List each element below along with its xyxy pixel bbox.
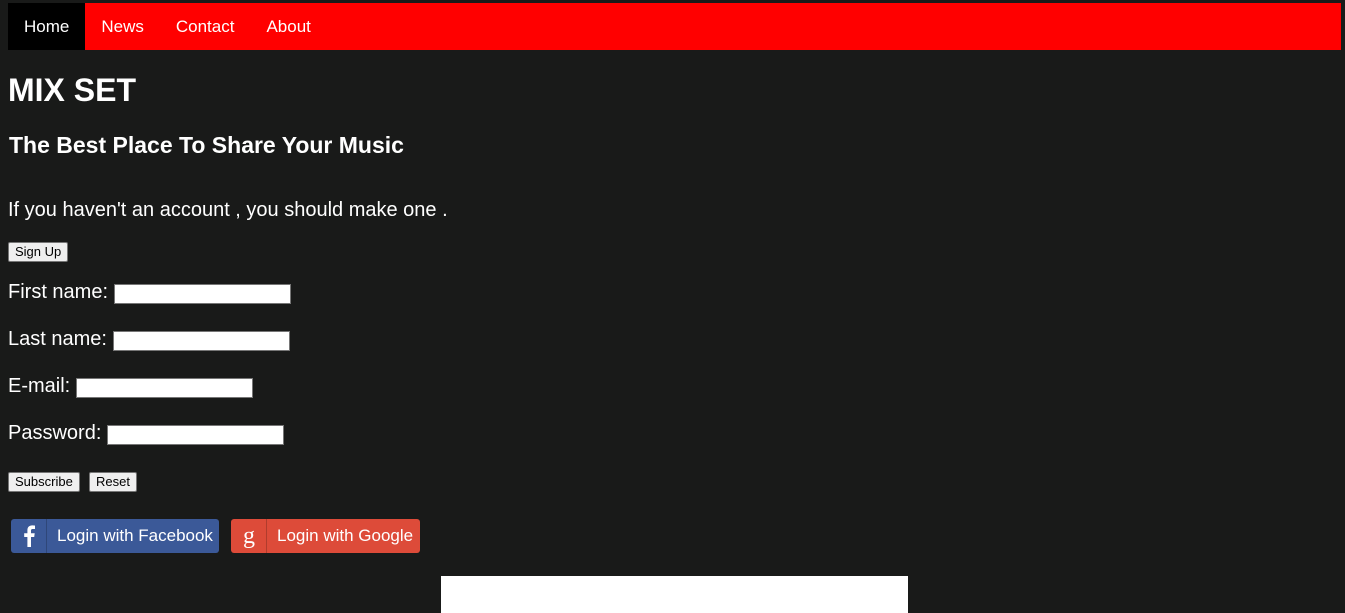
reset-button[interactable]: Reset xyxy=(89,472,137,492)
account-prompt: If you haven't an account , you should m… xyxy=(8,199,448,221)
password-row: Password: xyxy=(8,421,285,445)
nav-contact-link[interactable]: Contact xyxy=(160,3,251,50)
first-name-input[interactable] xyxy=(114,284,292,304)
last-name-label: Last name: xyxy=(8,328,107,350)
first-name-row: First name: xyxy=(8,280,292,304)
login-facebook-button[interactable]: Login with Facebook xyxy=(11,519,219,553)
svg-text:g: g xyxy=(243,524,255,548)
nav-home-link[interactable]: Home xyxy=(8,3,86,50)
email-row: E-mail: xyxy=(8,374,254,398)
password-label: Password: xyxy=(8,422,102,444)
facebook-label: Login with Facebook xyxy=(57,526,213,545)
nav-news-link[interactable]: News xyxy=(85,3,160,50)
google-label: Login with Google xyxy=(277,526,414,545)
sign-up-button[interactable]: Sign Up xyxy=(8,242,69,262)
white-content-panel xyxy=(441,576,908,613)
email-label: E-mail: xyxy=(8,375,71,397)
nav-about-link[interactable]: About xyxy=(250,3,326,50)
facebook-icon xyxy=(11,519,47,553)
subscribe-button[interactable]: Subscribe xyxy=(8,472,80,492)
first-name-label: First name: xyxy=(8,281,109,303)
site-subtitle: The Best Place To Share Your Music xyxy=(9,132,404,158)
last-name-row: Last name: xyxy=(8,327,290,351)
password-input[interactable] xyxy=(107,425,285,445)
site-title: MIX SET xyxy=(8,72,137,108)
email-input[interactable] xyxy=(76,378,254,398)
page: Home News Contact About MIX SET The Best… xyxy=(0,0,1345,613)
top-navbar: Home News Contact About xyxy=(8,3,1341,50)
login-google-button[interactable]: g Login with Google xyxy=(231,519,420,553)
last-name-input[interactable] xyxy=(112,331,290,351)
google-icon: g xyxy=(231,519,267,553)
